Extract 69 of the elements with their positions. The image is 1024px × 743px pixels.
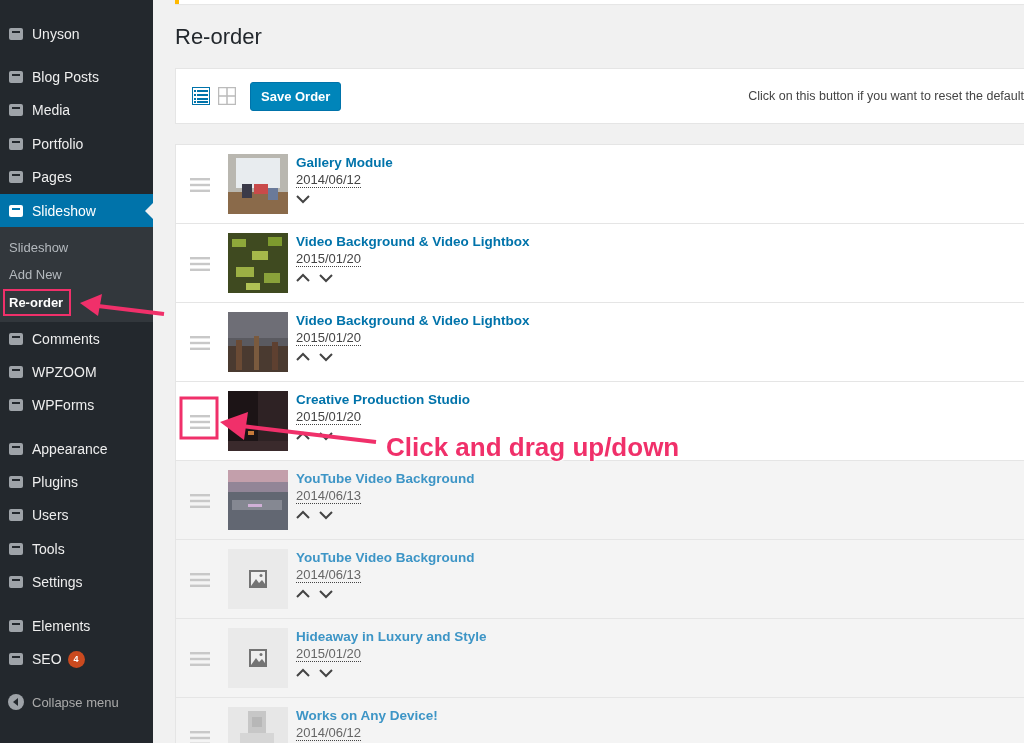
annotation-label: Click and drag up/down — [386, 434, 680, 460]
menu-item[interactable]: WPZOOM — [0, 355, 153, 389]
menu-item[interactable]: Portfolio — [0, 127, 153, 161]
page-title: Re-order — [175, 24, 263, 50]
move-down-icon[interactable] — [319, 668, 333, 678]
slide-row[interactable]: YouTube Video Background 2014/06/13 — [175, 461, 1024, 540]
image-icon — [248, 569, 268, 589]
slide-date: 2015/01/20 — [296, 330, 362, 346]
slide-date: 2015/01/20 — [296, 409, 362, 425]
drag-handle-icon[interactable] — [190, 257, 210, 271]
menu-item[interactable]: Comments — [0, 321, 153, 356]
drag-handle-icon[interactable] — [190, 652, 210, 666]
menu-item[interactable]: Media — [0, 93, 153, 128]
slide-date: 2015/01/20 — [296, 646, 362, 662]
slide-row[interactable]: Creative Production Studio 2015/01/20 Click and drag up/down — [175, 382, 1024, 461]
list-view-button[interactable] — [192, 87, 210, 105]
save-order-button[interactable]: Save Order — [250, 81, 342, 111]
current-indicator — [145, 202, 153, 219]
drag-handle-icon[interactable] — [190, 178, 210, 192]
slide-title-link[interactable]: Creative Production Studio — [296, 391, 471, 409]
slide-title-link[interactable]: Gallery Module — [296, 154, 393, 172]
menu-item[interactable]: Users — [0, 498, 153, 533]
collapse-menu-button[interactable]: Collapse menu — [0, 685, 153, 720]
menu-item[interactable]: Elements — [0, 608, 153, 643]
menu-item[interactable]: Blog Posts — [0, 60, 153, 94]
slide-date: 2014/06/12 — [296, 725, 362, 741]
move-up-icon[interactable] — [296, 352, 310, 362]
move-down-icon[interactable] — [319, 352, 333, 362]
submenu-item[interactable]: Re-order — [3, 288, 72, 316]
menu-item[interactable]: Unyson — [0, 17, 153, 51]
move-up-icon[interactable] — [296, 510, 310, 520]
slide-row[interactable]: Gallery Module 2014/06/12 — [175, 145, 1024, 224]
slide-title-link[interactable]: Video Background & Video Lightbox — [296, 233, 530, 251]
menu-item[interactable]: Appearance — [0, 432, 153, 466]
menu-item[interactable]: WPForms — [0, 388, 153, 422]
move-up-icon[interactable] — [296, 589, 310, 599]
slide-date: 2014/06/13 — [296, 567, 362, 583]
reset-hint: Click on this button if you want to reset the default — [748, 89, 1024, 103]
drag-handle-icon[interactable] — [190, 415, 210, 429]
move-down-icon[interactable] — [296, 194, 310, 204]
menu-item[interactable]: Tools — [0, 532, 153, 566]
submenu-item[interactable]: Add New — [3, 261, 70, 289]
drag-handle-icon[interactable] — [190, 336, 210, 350]
count-badge: 4 — [67, 650, 85, 668]
slide-row[interactable]: Hideaway in Luxury and Style 2015/01/20 — [175, 619, 1024, 698]
drag-handle-icon[interactable] — [190, 573, 210, 587]
slide-row[interactable]: Video Background & Video Lightbox 2015/01/20 — [175, 303, 1024, 382]
slide-date: 2015/01/20 — [296, 251, 362, 267]
slide-row[interactable]: YouTube Video Background 2014/06/13 — [175, 540, 1024, 619]
menu-item[interactable]: Pages — [0, 160, 153, 194]
menu-item[interactable]: Plugins — [0, 465, 153, 499]
menu-item[interactable]: SEO 4 — [0, 642, 153, 676]
slide-date: 2014/06/13 — [296, 488, 362, 504]
slide-title-link[interactable]: Video Background & Video Lightbox — [296, 312, 530, 330]
move-up-icon[interactable] — [296, 668, 310, 678]
move-down-icon[interactable] — [319, 431, 333, 441]
submenu-item[interactable]: Slideshow — [3, 233, 77, 261]
menu-item[interactable]: Settings — [0, 565, 153, 599]
slide-row[interactable]: Video Background & Video Lightbox 2015/01/20 — [175, 224, 1024, 303]
highlight-box — [179, 396, 219, 440]
slide-date: 2014/06/12 — [296, 172, 362, 188]
move-up-icon[interactable] — [296, 273, 310, 283]
move-down-icon[interactable] — [319, 510, 333, 520]
menu-item[interactable]: Slideshow — [0, 193, 153, 228]
collapse-icon — [6, 692, 26, 713]
move-down-icon[interactable] — [319, 273, 333, 283]
move-down-icon[interactable] — [319, 589, 333, 599]
image-icon — [248, 648, 268, 668]
drag-handle-icon[interactable] — [190, 494, 210, 508]
